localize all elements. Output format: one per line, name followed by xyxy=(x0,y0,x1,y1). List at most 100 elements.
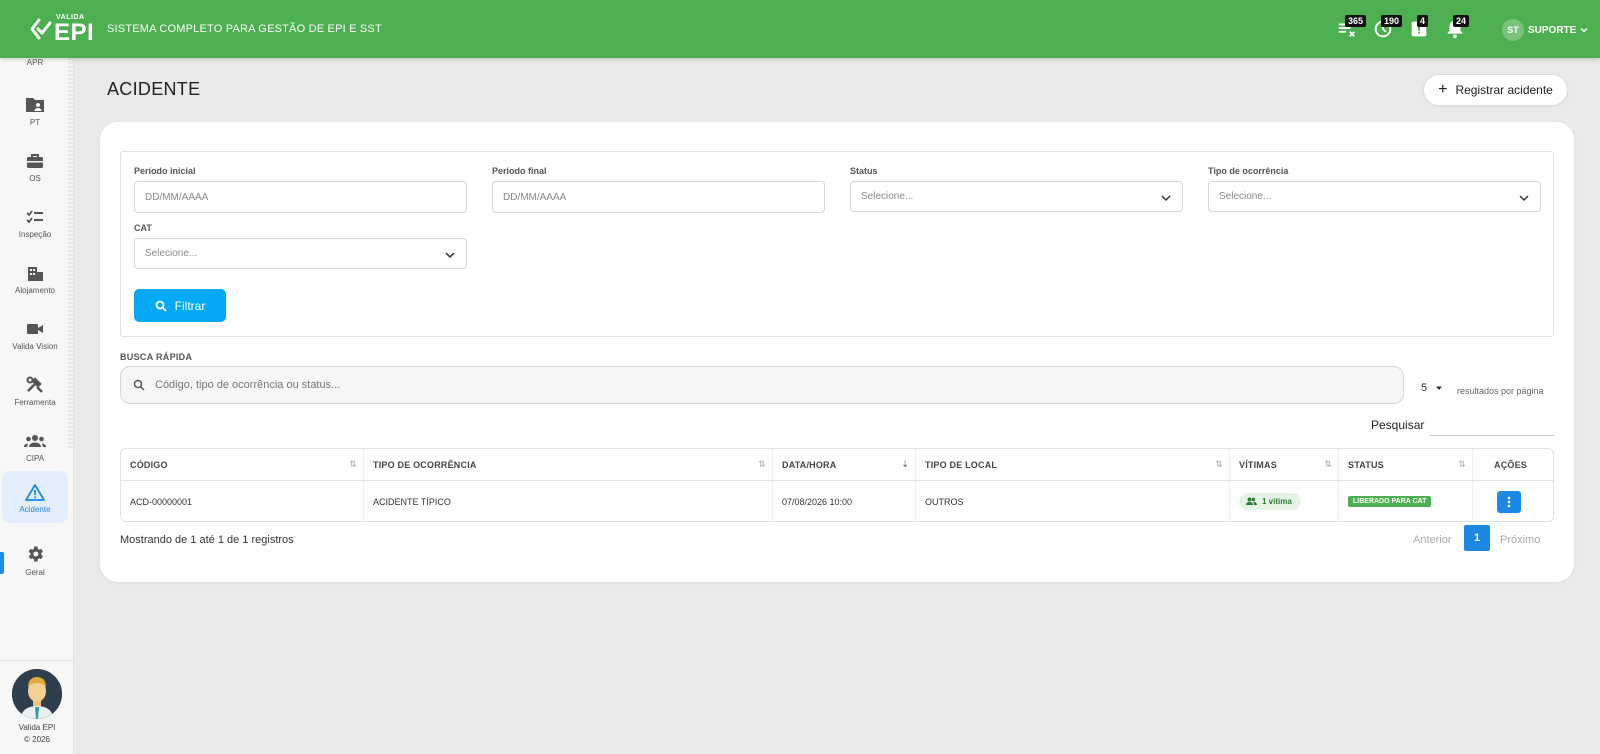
sidebar: APR PT OS Inspeção Alojamento Valida Vis… xyxy=(0,58,74,754)
person-avatar-icon xyxy=(12,669,62,719)
chevron-down-icon xyxy=(1519,195,1529,202)
cell-data-hora: 07/08/2026 10:00 xyxy=(773,481,916,521)
sidebar-item-label: PT xyxy=(29,118,41,127)
logo-big-text: EPI xyxy=(54,19,95,46)
notifications-history-button[interactable]: 190 xyxy=(1372,15,1403,42)
sidebar-footer: Valida EPI © 2026 xyxy=(0,660,74,754)
cell-codigo: ACD-00000001 xyxy=(121,481,364,521)
col-data-hora[interactable]: DATA/HORA ⇣ xyxy=(773,449,916,480)
sidebar-item-label: OS xyxy=(29,174,41,183)
caret-down-icon xyxy=(1436,386,1443,390)
search-icon xyxy=(133,379,145,391)
sidebar-item-apr[interactable]: APR xyxy=(2,58,68,67)
tipo-ocorrencia-select[interactable]: Selecione... xyxy=(1208,181,1541,212)
company-avatar xyxy=(12,669,62,719)
status-badge: LIBERADO PARA CAT xyxy=(1348,496,1432,507)
notifications-expired-button[interactable]: 365 xyxy=(1336,15,1367,42)
col-vitimas-label: VÍTIMAS xyxy=(1239,459,1277,470)
sidebar-item-pt[interactable]: PT xyxy=(2,94,68,144)
filter-button[interactable]: Filtrar xyxy=(134,289,226,322)
sidebar-item-label: Inspeção xyxy=(18,230,52,239)
records-summary: Mostrando de 1 até 1 de 1 registros xyxy=(120,534,294,546)
cell-acoes xyxy=(1473,481,1553,521)
sidebar-scrollbar[interactable] xyxy=(68,58,73,448)
sort-icon: ⇅ xyxy=(1458,459,1466,469)
badge-count: 4 xyxy=(1417,15,1429,27)
status-select[interactable]: Selecione... xyxy=(850,181,1183,212)
col-data-label: DATA/HORA xyxy=(782,459,837,470)
quick-search-label: BUSCA RÁPIDA xyxy=(120,352,193,362)
pesquisar-label: Pesquisar xyxy=(1371,418,1425,432)
chevron-down-icon xyxy=(1580,27,1588,33)
logo-mark-icon xyxy=(30,18,52,40)
warning-icon xyxy=(25,484,45,501)
tipo-ocorrencia-label: Tipo de ocorrência xyxy=(1208,166,1289,176)
per-page-text: resultados por página xyxy=(1457,386,1544,396)
per-page-select[interactable]: 5 xyxy=(1421,382,1444,394)
briefcase-icon xyxy=(27,154,43,168)
folder-user-icon xyxy=(26,98,44,112)
col-acoes: AÇÕES xyxy=(1473,449,1553,480)
sidebar-item-label: Ferramenta xyxy=(14,398,56,407)
chevron-down-icon xyxy=(445,252,455,259)
pagination-page-current[interactable]: 1 xyxy=(1464,525,1490,551)
group-icon xyxy=(24,435,46,447)
cat-select[interactable]: Selecione... xyxy=(134,238,467,269)
more-vertical-icon xyxy=(1507,496,1511,507)
status-select-value: Selecione... xyxy=(861,191,914,202)
plus-icon: + xyxy=(1438,81,1448,98)
video-camera-icon xyxy=(27,324,43,334)
periodo-inicial-label: Período inicial xyxy=(134,166,196,176)
table-header: CÓDIGO ⇅ TIPO DE OCORRÊNCIA ⇅ DATA/HORA … xyxy=(121,449,1553,481)
pagination-next[interactable]: Próximo xyxy=(1500,534,1540,546)
col-tipo-local[interactable]: TIPO DE LOCAL ⇅ xyxy=(916,449,1230,480)
gear-icon xyxy=(28,546,43,562)
sidebar-item-os[interactable]: OS xyxy=(2,150,68,200)
col-status[interactable]: STATUS ⇅ xyxy=(1339,449,1473,480)
pagination-previous[interactable]: Anterior xyxy=(1413,534,1452,546)
row-actions-button[interactable] xyxy=(1497,490,1521,513)
cell-status: LIBERADO PARA CAT xyxy=(1339,481,1473,521)
status-label: Status xyxy=(850,166,878,176)
chevron-down-icon xyxy=(1161,195,1171,202)
cat-select-value: Selecione... xyxy=(145,248,198,259)
col-status-label: STATUS xyxy=(1348,459,1384,470)
app-tagline: SISTEMA COMPLETO PARA GESTÃO DE EPI E SS… xyxy=(107,23,382,35)
table-row[interactable]: ACD-00000001 ACIDENTE TÍPICO 07/08/2026 … xyxy=(121,481,1553,521)
notifications-document-button[interactable]: 4 xyxy=(1408,15,1432,42)
sort-icon: ⇅ xyxy=(1215,459,1223,469)
victims-count: 1 vítima xyxy=(1262,497,1292,506)
cell-tipo-local: OUTROS xyxy=(916,481,1230,521)
col-codigo[interactable]: CÓDIGO ⇅ xyxy=(121,449,364,480)
sidebar-item-label: Geral xyxy=(25,568,45,577)
pesquisar-input[interactable] xyxy=(1430,418,1554,436)
register-accident-button[interactable]: + Registrar acidente xyxy=(1423,74,1568,106)
sidebar-item-geral[interactable]: Geral xyxy=(2,542,68,592)
quick-search-input[interactable]: Código, tipo de ocorrência ou status... xyxy=(120,366,1404,404)
user-avatar: ST xyxy=(1502,19,1524,41)
periodo-inicial-input[interactable]: DD/MM/AAAA xyxy=(134,181,467,213)
col-codigo-label: CÓDIGO xyxy=(130,459,168,470)
col-tipo-ocorrencia[interactable]: TIPO DE OCORRÊNCIA ⇅ xyxy=(364,449,773,480)
badge-count: 24 xyxy=(1453,15,1470,27)
sidebar-item-label: Alojamento xyxy=(14,286,56,295)
user-menu[interactable]: ST SUPORTE xyxy=(1502,19,1589,41)
col-tipo-label: TIPO DE OCORRÊNCIA xyxy=(373,459,477,470)
sidebar-item-valida-vision[interactable]: Valida Vision xyxy=(2,318,68,368)
sidebar-item-alojamento[interactable]: Alojamento xyxy=(2,262,68,312)
col-vitimas[interactable]: VÍTIMAS ⇅ xyxy=(1230,449,1339,480)
periodo-final-input[interactable]: DD/MM/AAAA xyxy=(492,181,825,213)
badge-count: 190 xyxy=(1381,15,1403,27)
main-card: Período inicial DD/MM/AAAA Período final… xyxy=(100,122,1574,582)
footer-company: Valida EPI xyxy=(18,723,56,732)
sidebar-item-acidente[interactable]: Acidente xyxy=(2,471,68,523)
accidents-table: CÓDIGO ⇅ TIPO DE OCORRÊNCIA ⇅ DATA/HORA … xyxy=(120,448,1554,522)
col-acoes-label: AÇÕES xyxy=(1494,459,1528,470)
register-accident-label: Registrar acidente xyxy=(1455,83,1553,97)
sidebar-item-inspecao[interactable]: Inspeção xyxy=(2,206,68,256)
app-logo[interactable]: VALIDA EPI xyxy=(30,12,94,46)
sidebar-item-ferramenta[interactable]: Ferramenta xyxy=(2,374,68,424)
sort-icon: ⇅ xyxy=(349,459,357,469)
notifications-bell-button[interactable]: 24 xyxy=(1444,15,1470,42)
quick-search-placeholder: Código, tipo de ocorrência ou status... xyxy=(155,379,341,391)
